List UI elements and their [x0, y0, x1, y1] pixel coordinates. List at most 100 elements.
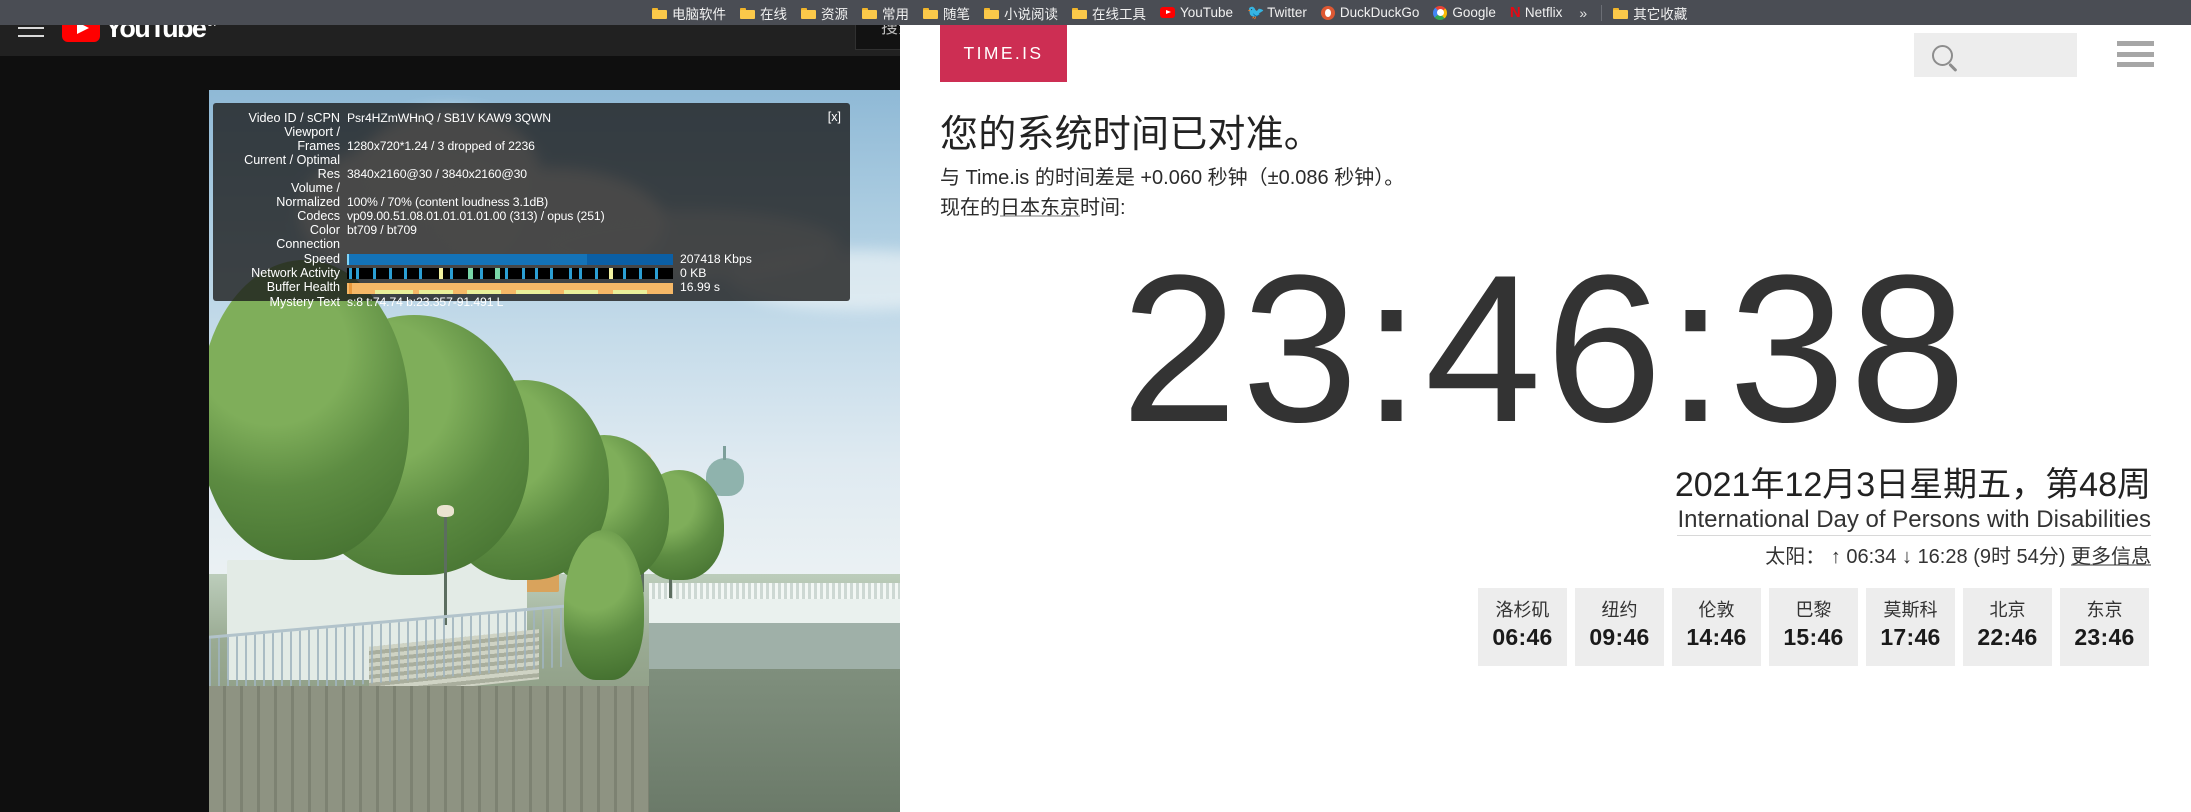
bookmark-item-duckduckgo[interactable]: DuckDuckGo [1314, 0, 1427, 25]
city-card-london[interactable]: 伦敦 14:46 [1672, 588, 1761, 666]
city-card-tokyo[interactable]: 东京 23:46 [2060, 588, 2149, 666]
city-name: 东京 [2086, 600, 2123, 620]
city-name: 北京 [1989, 600, 2026, 620]
network-value: 0 KB [680, 266, 707, 281]
twitter-icon: 🐦 [1247, 4, 1265, 20]
big-clock: 23:46:38 [1120, 231, 1971, 466]
stats-label: Buffer Health [266, 280, 340, 295]
bridge-deck [649, 595, 900, 623]
stats-label: Viewport / Frames [284, 125, 340, 153]
city-card-paris[interactable]: 巴黎 15:46 [1769, 588, 1858, 666]
sunset-icon: ↓ [1902, 546, 1912, 568]
timeis-header: TIME.IS [900, 25, 2191, 101]
timeis-content: 您的系统时间已对准。 与 Time.is 的时间差是 +0.060 秒钟（±0.… [900, 113, 2191, 666]
bookmark-item-6[interactable]: 在线工具 [1065, 0, 1153, 25]
city-name: 莫斯科 [1883, 600, 1938, 620]
city-name: 洛杉矶 [1495, 600, 1550, 620]
speed-value: 207418 Kbps [680, 251, 752, 266]
bookmark-label: YouTube [1180, 5, 1234, 20]
stats-for-nerds-panel: [x] Video ID / sCPN Psr4HZmWHnQ / SB1V K… [213, 103, 850, 308]
city-card-new-york[interactable]: 纽约 09:46 [1575, 588, 1664, 666]
stats-close-icon[interactable]: [x] [828, 110, 841, 125]
timeis-logo[interactable]: TIME.IS [940, 25, 1067, 82]
timeis-browser-window: TIME.IS 您的系统时间已对准。 与 Time.is 的时间差是 +0.06… [900, 0, 2191, 812]
bookmark-label: 电脑软件 [672, 6, 726, 22]
duckduckgo-icon [1320, 5, 1335, 20]
folder-icon [740, 7, 755, 19]
city-time: 06:46 [1492, 624, 1553, 650]
location-link[interactable]: 日本东京 [1000, 197, 1080, 219]
stats-row: Connection [219, 238, 840, 252]
speed-graph [347, 254, 673, 266]
stats-label: Color [309, 223, 340, 238]
city-time: 15:46 [1783, 624, 1844, 650]
bookmarks-overflow-icon[interactable]: » [1569, 5, 1597, 21]
bookmark-label: Google [1452, 5, 1496, 20]
stats-row: Viewport / Frames 1280x720*1.24 / 3 drop… [219, 125, 840, 153]
buffer-health-graph [347, 282, 673, 294]
sun-label: 太阳： [1765, 546, 1826, 568]
bookmark-item-google[interactable]: Google [1426, 0, 1503, 25]
city-card-beijing[interactable]: 北京 22:46 [1963, 588, 2052, 666]
river [649, 669, 900, 812]
street-lamp [437, 505, 454, 625]
bookmark-label: 其它收藏 [1633, 6, 1688, 22]
tree [564, 530, 644, 680]
stats-value: 100% / 70% (content loudness 3.1dB) [347, 194, 549, 209]
more-info-link[interactable]: 更多信息 [2071, 546, 2151, 568]
stats-network-row: Network Activity 0 KB [219, 266, 840, 281]
bookmarks-divider [1601, 4, 1603, 21]
city-name: 巴黎 [1795, 600, 1832, 620]
bookmark-item-netflix[interactable]: N Netflix [1503, 0, 1570, 25]
bookmark-item-0[interactable]: 电脑软件 [645, 0, 733, 25]
bridge-railing [649, 583, 900, 599]
folder-icon [862, 7, 877, 19]
stats-value: bt709 / bt709 [347, 223, 417, 238]
stats-label: Mystery Text [269, 294, 340, 309]
sunrise-icon: ↑ [1830, 546, 1841, 568]
stats-label: Speed [303, 251, 340, 266]
bookmark-label: 小说阅读 [1004, 6, 1058, 22]
day-length: (9时 54分) [1973, 546, 2066, 568]
folder-icon [801, 7, 816, 19]
folder-icon [1072, 7, 1087, 19]
city-card-moscow[interactable]: 莫斯科 17:46 [1866, 588, 1955, 666]
now-prefix: 现在的 [940, 197, 1000, 219]
bookmark-item-2[interactable]: 资源 [794, 0, 855, 25]
stats-value: s:8 t:74.74 b:23.357-91.491 L [347, 294, 504, 309]
date-line: 2021年12月3日星期五，第48周 [1674, 466, 2151, 504]
now-suffix: 时间: [1080, 197, 1126, 219]
bookmark-item-5[interactable]: 小说阅读 [977, 0, 1065, 25]
folder-icon [652, 7, 667, 19]
current-location-line: 现在的日本东京时间: [940, 195, 2151, 221]
bookmark-item-3[interactable]: 常用 [855, 0, 916, 25]
hamburger-icon[interactable] [2117, 41, 2154, 67]
stats-buffer-row: Buffer Health 16.99 s [219, 281, 840, 295]
time-offset-line: 与 Time.is 的时间差是 +0.060 秒钟（±0.086 秒钟）。 [940, 167, 1405, 189]
screen-root: YouTube JP 搜索 [0, 0, 2191, 812]
bookmark-item-twitter[interactable]: 🐦 Twitter [1240, 0, 1314, 25]
search-input[interactable] [1914, 33, 2077, 77]
bookmark-item-1[interactable]: 在线 [733, 0, 794, 25]
city-time: 23:46 [2074, 624, 2135, 650]
sun-line: 太阳： ↑ 06:34 ↓ 16:28 (9时 54分) 更多信息 [940, 536, 2151, 570]
stats-mystery-row: Mystery Text s:8 t:74.74 b:23.357-91.491… [219, 294, 840, 310]
bookmark-label: 常用 [882, 6, 909, 22]
youtube-icon [1160, 7, 1175, 18]
city-card-los-angeles[interactable]: 洛杉矶 06:46 [1478, 588, 1567, 666]
stats-label: Network Activity [251, 266, 340, 281]
stats-label: Volume / Normalized [276, 181, 340, 209]
stone-wall [209, 686, 649, 812]
folder-icon [1613, 7, 1629, 19]
bookmark-item-youtube[interactable]: YouTube [1153, 0, 1240, 25]
stats-row: Video ID / sCPN Psr4HZmWHnQ / SB1V KAW9 … [219, 111, 840, 126]
stats-row: Codecs vp09.00.51.08.01.01.01.01.00 (313… [219, 208, 840, 224]
stats-label: Codecs [297, 208, 340, 223]
holiday-link[interactable]: International Day of Persons with Disabi… [1677, 505, 2151, 536]
city-times-list: 洛杉矶 06:46 纽约 09:46 伦敦 14:46 巴黎 15:46 莫斯科… [940, 588, 2151, 666]
bookmark-item-other[interactable]: 其它收藏 [1606, 0, 1694, 25]
city-time: 17:46 [1880, 624, 1941, 650]
stats-value: 1280x720*1.24 / 3 dropped of 2236 [347, 138, 535, 153]
bookmark-label: DuckDuckGo [1339, 5, 1420, 20]
bookmark-item-4[interactable]: 随笔 [916, 0, 977, 25]
